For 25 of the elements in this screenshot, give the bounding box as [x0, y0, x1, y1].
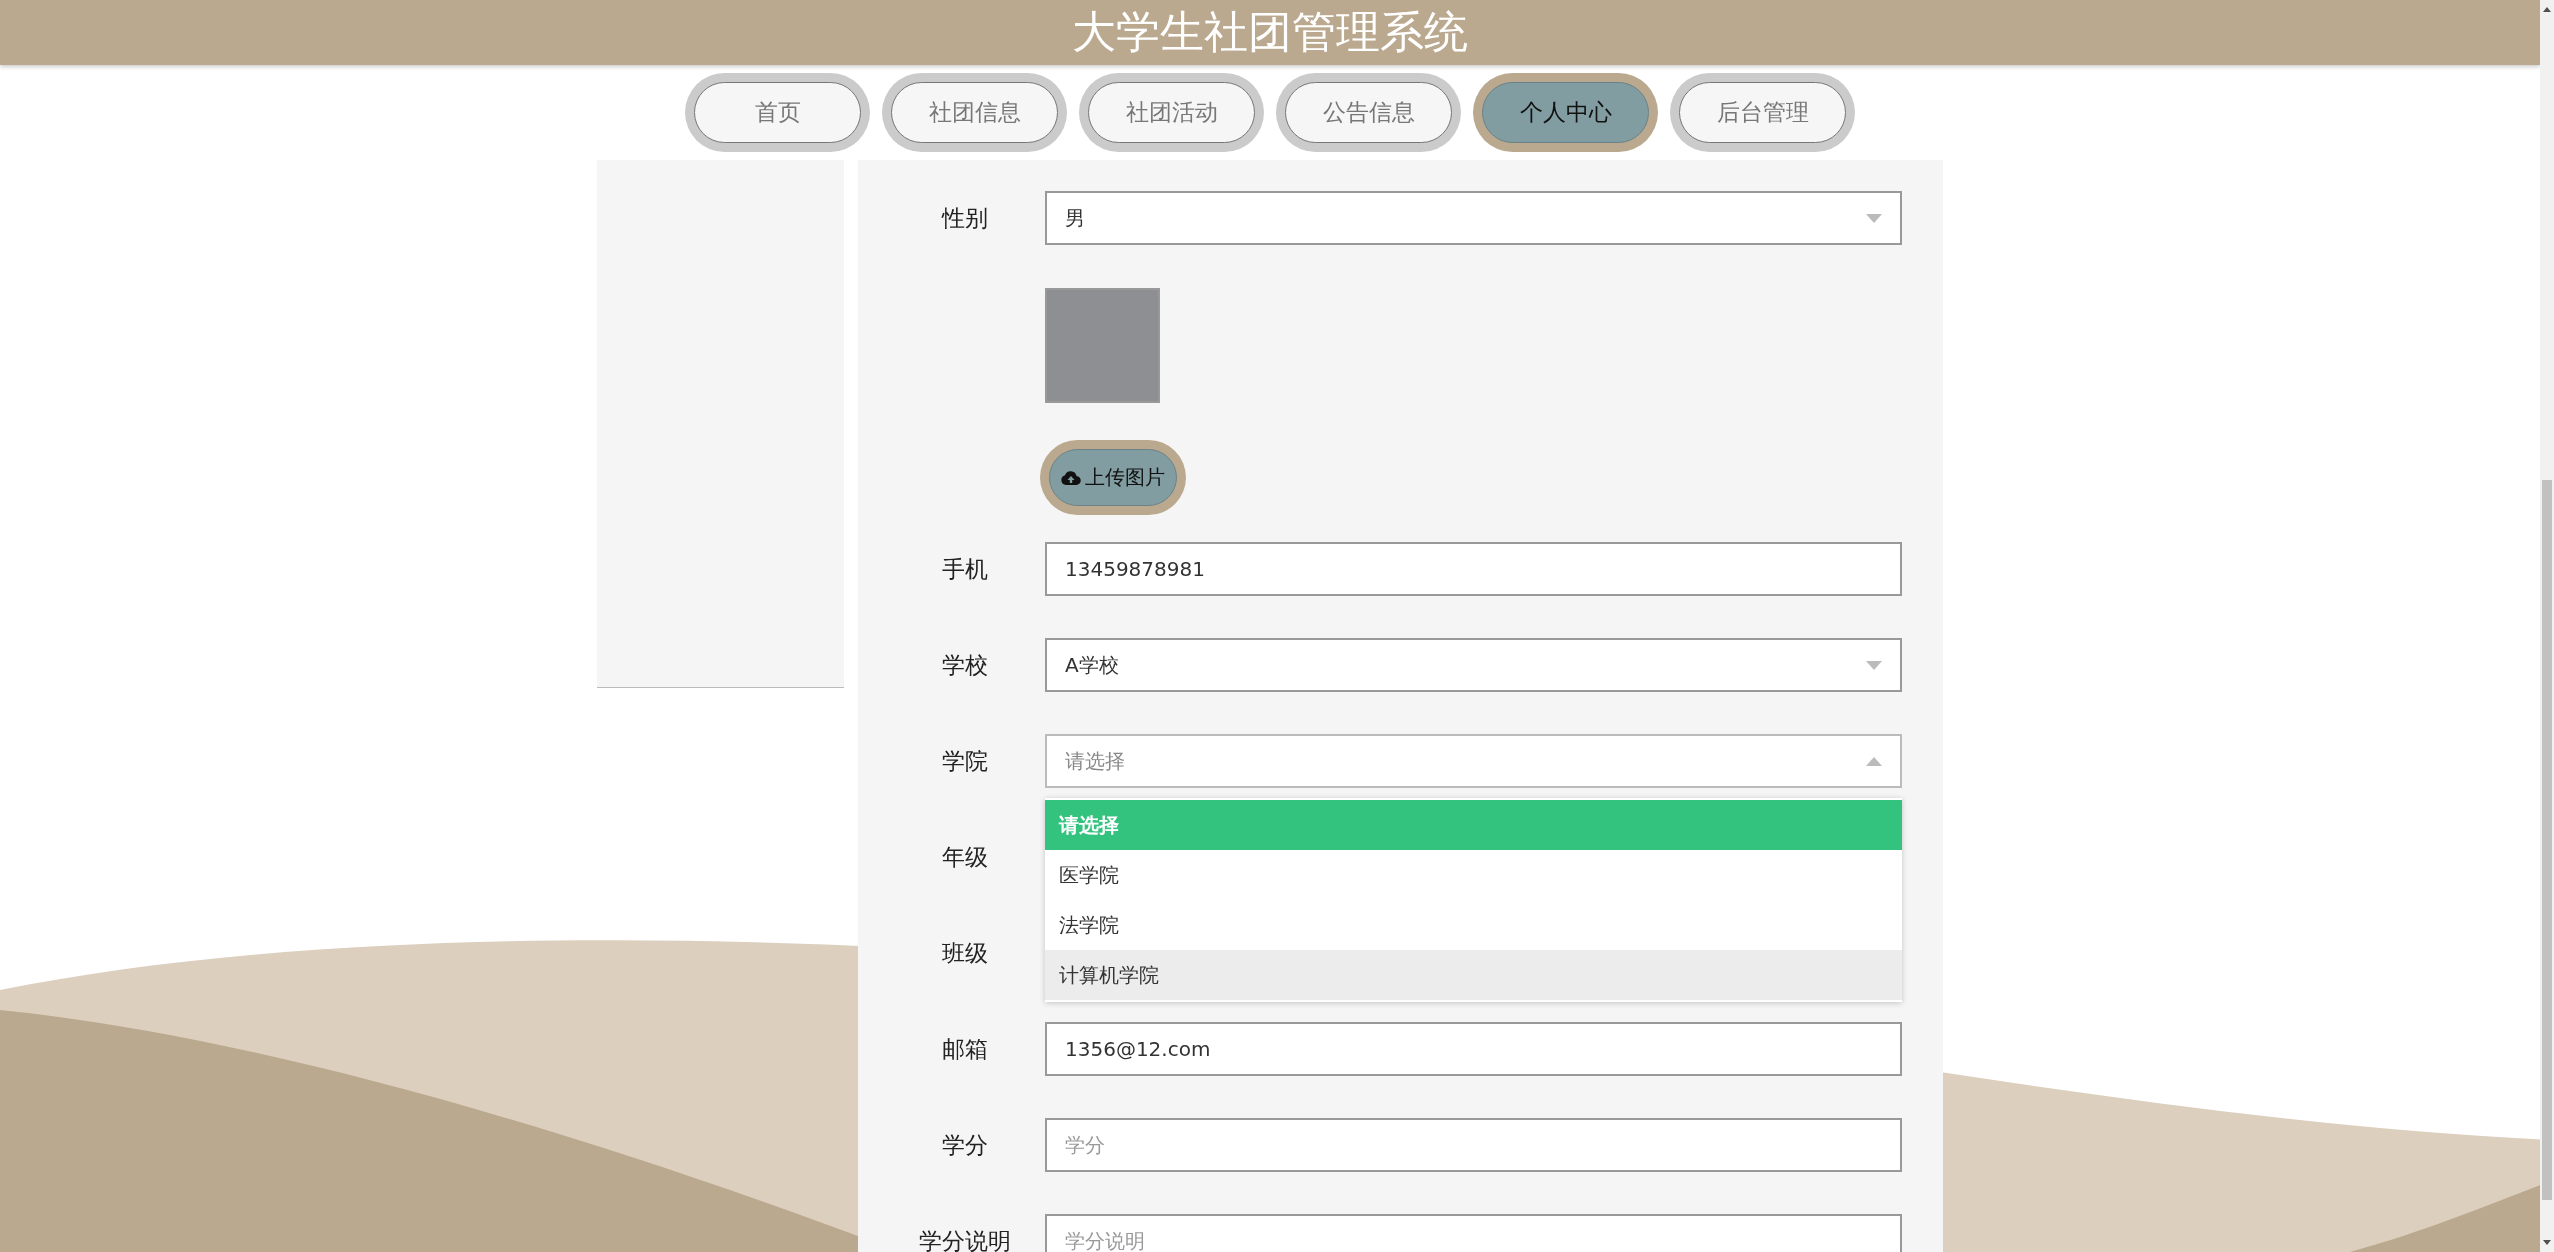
field-label: 手机: [940, 554, 988, 584]
field-label: 学校: [940, 650, 988, 680]
caret-icon: [1866, 756, 1882, 766]
field-label: 学院: [940, 746, 988, 776]
field-label: 性别: [940, 203, 988, 233]
field-label: 年级: [940, 842, 988, 872]
input-field[interactable]: 学分说明: [1045, 1214, 1902, 1252]
dropdown-option[interactable]: 医学院: [1045, 850, 1902, 900]
field-label: 学分说明: [917, 1226, 1011, 1252]
dropdown-option[interactable]: 计算机学院: [1045, 950, 1902, 1000]
dropdown-option[interactable]: 法学院: [1045, 900, 1902, 950]
field-label: 邮箱: [940, 1034, 988, 1064]
scrollbar[interactable]: [2540, 0, 2554, 1252]
cloud-upload-icon: [1061, 470, 1081, 485]
select-field[interactable]: 男: [1045, 191, 1902, 245]
input-field[interactable]: 学分: [1045, 1118, 1902, 1172]
input-field[interactable]: 1356@12.com: [1045, 1022, 1902, 1076]
select-field[interactable]: 请选择: [1045, 734, 1902, 788]
input-field[interactable]: 13459878981: [1045, 542, 1902, 596]
site-title: 大学生社团管理系统: [1072, 5, 1468, 59]
caret-icon: [1866, 213, 1882, 223]
select-field[interactable]: A学校: [1045, 638, 1902, 692]
field-label: 班级: [940, 938, 988, 968]
field-label: 学分: [940, 1130, 988, 1160]
caret-icon: [1866, 660, 1882, 670]
